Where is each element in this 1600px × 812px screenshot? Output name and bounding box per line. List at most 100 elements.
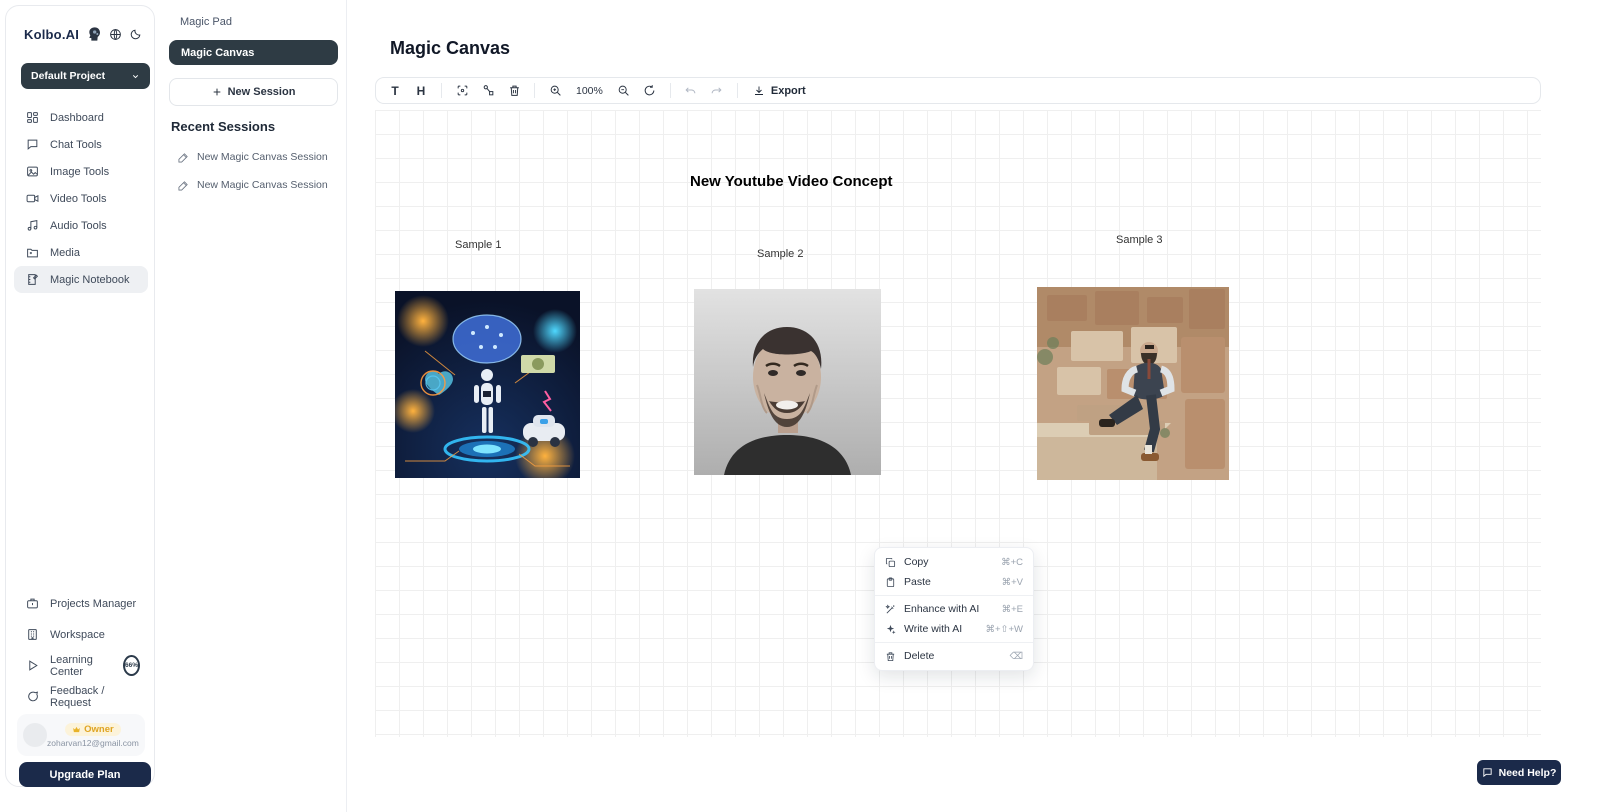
sidebar-item-audio-tools[interactable]: Audio Tools xyxy=(14,212,148,239)
sidebar-item-media[interactable]: Media xyxy=(14,239,148,266)
heading-tool-label: H xyxy=(417,84,426,98)
toolbar-divider xyxy=(441,83,442,98)
moon-icon[interactable] xyxy=(129,28,142,41)
project-selector-label: Default Project xyxy=(31,70,105,82)
sidebar-item-label: Image Tools xyxy=(50,166,109,178)
rotate-icon xyxy=(643,84,656,97)
canvas-text-title[interactable]: New Youtube Video Concept xyxy=(690,173,893,190)
sample-label[interactable]: Sample 2 xyxy=(757,248,803,260)
paste-icon xyxy=(885,577,896,588)
page-title: Magic Canvas xyxy=(390,38,510,59)
zoom-in-button[interactable] xyxy=(544,80,566,101)
canvas-image-portrait[interactable] xyxy=(694,289,881,475)
sidebar-item-label: Dashboard xyxy=(50,112,104,124)
upgrade-plan-label: Upgrade Plan xyxy=(50,769,121,781)
chat-icon xyxy=(26,138,39,151)
heading-tool-button[interactable]: H xyxy=(410,80,432,101)
canvas-image-ruins[interactable] xyxy=(1037,287,1229,480)
sidebar-bottom-nav: Projects Manager Workspace Learning Cent… xyxy=(14,588,148,712)
sidebar-item-label: Media xyxy=(50,247,80,259)
select-tool-button[interactable] xyxy=(451,80,473,101)
sidebar-item-label: Chat Tools xyxy=(50,139,102,151)
ai-collage-illustration xyxy=(395,291,580,478)
delete-tool-button[interactable] xyxy=(503,80,525,101)
sample-label[interactable]: Sample 1 xyxy=(455,239,501,251)
session-item[interactable]: New Magic Canvas Session xyxy=(178,179,338,191)
user-account-chip[interactable]: Owner zoharvan12@gmail.com xyxy=(17,714,145,756)
context-menu-paste[interactable]: Paste ⌘+V xyxy=(875,572,1033,592)
sidebar-item-dashboard[interactable]: Dashboard xyxy=(14,104,148,131)
magic-canvas-area[interactable]: New Youtube Video Concept Sample 1 Sampl… xyxy=(375,110,1541,737)
pencil-icon xyxy=(178,180,189,191)
context-menu-write-ai[interactable]: Write with AI ⌘+⇧+W xyxy=(875,619,1033,639)
avatar xyxy=(23,723,47,747)
feedback-icon xyxy=(26,690,39,703)
session-item[interactable]: New Magic Canvas Session xyxy=(178,151,338,163)
play-icon xyxy=(26,659,39,672)
owner-badge-label: Owner xyxy=(84,724,114,735)
redo-icon xyxy=(710,84,723,97)
sidebar-item-chat-tools[interactable]: Chat Tools xyxy=(14,131,148,158)
context-menu-shortcut: ⌫ xyxy=(1010,651,1023,662)
export-label: Export xyxy=(771,85,806,97)
context-menu-delete[interactable]: Delete ⌫ xyxy=(875,646,1033,666)
context-menu-shortcut: ⌘+⇧+W xyxy=(985,624,1023,635)
undo-icon xyxy=(684,84,697,97)
connector-icon xyxy=(482,84,495,97)
session-item-label: New Magic Canvas Session xyxy=(197,179,328,191)
select-icon xyxy=(456,84,469,97)
context-menu-label: Copy xyxy=(904,556,993,568)
magic-canvas-tab[interactable]: Magic Canvas xyxy=(169,40,338,65)
crown-icon xyxy=(72,725,81,734)
sidebar-item-label: Video Tools xyxy=(50,193,106,205)
sidebar-item-projects-manager[interactable]: Projects Manager xyxy=(14,588,148,619)
context-menu-shortcut: ⌘+V xyxy=(1002,577,1023,588)
trash-icon xyxy=(885,651,896,662)
redo-button[interactable] xyxy=(706,80,728,101)
sidebar-item-image-tools[interactable]: Image Tools xyxy=(14,158,148,185)
context-menu-label: Paste xyxy=(904,576,994,588)
download-icon xyxy=(753,85,765,97)
sidebar-item-feedback[interactable]: Feedback / Request xyxy=(14,681,148,712)
video-icon xyxy=(26,192,39,205)
need-help-button[interactable]: Need Help? xyxy=(1477,760,1561,785)
zoom-out-icon xyxy=(617,84,630,97)
text-tool-button[interactable]: T xyxy=(384,80,406,101)
magic-canvas-tab-label: Magic Canvas xyxy=(181,47,254,59)
pencil-icon xyxy=(178,152,189,163)
context-menu-copy[interactable]: Copy ⌘+C xyxy=(875,552,1033,572)
upgrade-plan-button[interactable]: Upgrade Plan xyxy=(19,762,151,787)
sidebar-item-video-tools[interactable]: Video Tools xyxy=(14,185,148,212)
globe-icon[interactable] xyxy=(109,28,122,41)
context-menu-label: Delete xyxy=(904,650,1002,662)
project-selector[interactable]: Default Project xyxy=(21,63,150,89)
sidebar-nav: Dashboard Chat Tools Image Tools Video T… xyxy=(14,104,148,293)
dashboard-icon xyxy=(26,111,39,124)
sidebar-item-workspace[interactable]: Workspace xyxy=(14,619,148,650)
canvas-image-ai-collage[interactable] xyxy=(395,291,580,478)
sidebar-item-label: Workspace xyxy=(50,629,105,641)
chevron-down-icon xyxy=(131,72,140,81)
undo-button[interactable] xyxy=(680,80,702,101)
context-menu-divider xyxy=(875,595,1033,596)
toolbar-divider xyxy=(534,83,535,98)
owner-badge: Owner xyxy=(65,723,121,736)
sidebar-item-learning-center[interactable]: Learning Center 66% xyxy=(14,650,148,681)
zoom-out-button[interactable] xyxy=(613,80,635,101)
sample-label[interactable]: Sample 3 xyxy=(1116,234,1162,246)
magic-pad-tab[interactable]: Magic Pad xyxy=(180,16,232,28)
learning-progress-badge: 66% xyxy=(123,655,140,676)
sidebar-item-label: Magic Notebook xyxy=(50,274,130,286)
sidebar-item-label: Audio Tools xyxy=(50,220,107,232)
zoom-in-icon xyxy=(549,84,562,97)
context-menu-enhance-ai[interactable]: Enhance with AI ⌘+E xyxy=(875,599,1033,619)
reset-view-button[interactable] xyxy=(639,80,661,101)
connector-tool-button[interactable] xyxy=(477,80,499,101)
portrait-illustration xyxy=(694,289,881,475)
trash-icon xyxy=(508,84,521,97)
audio-icon xyxy=(26,219,39,232)
toolbar-divider xyxy=(670,83,671,98)
export-button[interactable]: Export xyxy=(747,85,812,97)
sidebar-item-magic-notebook[interactable]: Magic Notebook xyxy=(14,266,148,293)
new-session-button[interactable]: New Session xyxy=(169,78,338,106)
